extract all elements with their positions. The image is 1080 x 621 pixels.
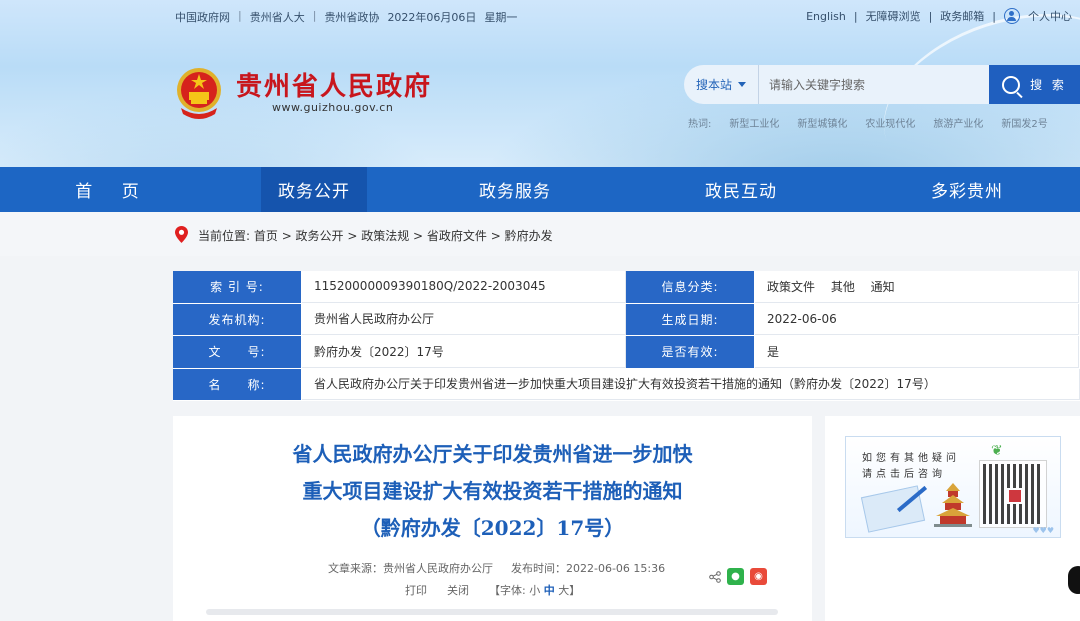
date-label: 生成日期:	[626, 303, 755, 335]
valid-label: 是否有效:	[626, 336, 755, 368]
mail-link[interactable]: 政务邮箱	[940, 8, 984, 24]
consultation-card[interactable]: 如您有其他疑问 请点击后咨询 ❦ ♥♥♥	[845, 436, 1061, 538]
font-small-button[interactable]: 小	[529, 584, 540, 597]
hot-word[interactable]: 新国发2号	[1001, 115, 1047, 130]
article-tools: 打印 关闭 【字体: 小 中 大】	[405, 582, 580, 598]
article-source: 文章来源：贵州省人民政府办公厅	[328, 562, 493, 575]
share-tools: ● ◉	[709, 568, 767, 585]
nav-government-affairs[interactable]: 政务公开	[261, 167, 367, 212]
docno-value: 黔府办发〔2022〕17号	[302, 336, 626, 368]
national-emblem-icon	[177, 68, 221, 119]
category-value: 政策文件 其他 通知	[755, 271, 1079, 303]
info-row: 文 号: 黔府办发〔2022〕17号 是否有效: 是	[173, 336, 1080, 369]
hot-word[interactable]: 新型城镇化	[797, 115, 847, 130]
font-medium-button[interactable]: 中	[544, 584, 555, 597]
search-button-label: 搜 索	[1030, 78, 1067, 92]
separator: |	[928, 9, 933, 23]
article-title-line: 重大项目建设扩大有效投资若干措施的通知	[302, 479, 683, 503]
breadcrumb: 当前位置: 首页 > 政务公开 > 政策法规 > 省政府文件 > 黔府办发	[0, 212, 1080, 256]
docno-label: 文 号:	[173, 336, 302, 368]
info-row: 索 引 号: 11520000009390180Q/2022-2003045 信…	[173, 271, 1080, 304]
font-size-label: 【字体:	[489, 584, 526, 597]
qr-logo	[1007, 488, 1023, 504]
category-label: 信息分类:	[626, 271, 755, 303]
floating-widget-edge[interactable]	[1068, 566, 1080, 594]
breadcrumb-label: 当前位置:	[198, 229, 251, 243]
accessibility-link[interactable]: 无障碍浏览	[866, 8, 921, 24]
english-link[interactable]: English	[806, 10, 846, 23]
close-button[interactable]: 关闭	[447, 582, 469, 598]
article-title-line: 省人民政府办公厅关于印发贵州省进一步加快	[292, 442, 693, 466]
consult-text-line: 请点击后咨询	[862, 469, 946, 480]
font-size-control: 【字体: 小 中 大】	[489, 582, 580, 598]
hearts-decoration: ♥♥♥	[1032, 526, 1054, 535]
location-pin-icon	[175, 226, 188, 243]
breadcrumb-path[interactable]: 首页 > 政务公开 > 政策法规 > 省政府文件 > 黔府办发	[254, 229, 553, 243]
chevron-down-icon	[738, 82, 746, 87]
info-row: 发布机构: 贵州省人民政府办公厅 生成日期: 2022-06-06	[173, 303, 1080, 336]
article-divider	[206, 609, 778, 615]
index-label: 索 引 号:	[173, 271, 302, 303]
current-date: 2022年06月06日	[387, 11, 477, 24]
site-header: 中国政府网 | 贵州省人大 | 贵州省政协 2022年06月06日 星期一 En…	[0, 0, 1080, 167]
publisher-label: 发布机构:	[173, 303, 302, 335]
article-title: 省人民政府办公厅关于印发贵州省进一步加快 重大项目建设扩大有效投资若干措施的通知…	[173, 436, 812, 547]
search-button[interactable]: 搜 索	[989, 65, 1080, 104]
top-links-right: English | 无障碍浏览 | 政务邮箱 | 个人中心	[806, 8, 1072, 24]
link-central-gov[interactable]: 中国政府网	[175, 9, 230, 25]
search-icon	[1002, 75, 1021, 94]
user-icon[interactable]	[1004, 8, 1020, 24]
breadcrumb-text[interactable]: 当前位置: 首页 > 政务公开 > 政策法规 > 省政府文件 > 黔府办发	[198, 227, 553, 244]
nav-home[interactable]: 首 页	[0, 167, 226, 212]
article-panel: 省人民政府办公厅关于印发贵州省进一步加快 重大项目建设扩大有效投资若干措施的通知…	[173, 416, 812, 621]
article-meta: 文章来源：贵州省人民政府办公厅 发布时间：2022-06-06 15:36	[328, 560, 665, 576]
search-bar: 搜本站 请输入关键字搜索 搜 索	[684, 65, 1080, 104]
article-published: 发布时间：2022-06-06 15:36	[511, 562, 666, 575]
nav-colorful-guizhou[interactable]: 多彩贵州	[854, 167, 1080, 212]
side-panel: 如您有其他疑问 请点击后咨询 ❦ ♥♥♥	[825, 416, 1080, 621]
current-weekday: 星期一	[484, 11, 518, 24]
hot-word[interactable]: 旅游产业化	[933, 115, 983, 130]
separator: |	[312, 9, 317, 22]
index-value: 11520000009390180Q/2022-2003045	[302, 271, 626, 303]
pagoda-illustration-icon	[934, 483, 972, 527]
main-nav: 首 页 政务公开 政务服务 政民互动 多彩贵州	[0, 167, 1080, 212]
link-npc[interactable]: 贵州省人大	[250, 9, 305, 25]
publisher-value: 贵州省人民政府办公厅	[302, 303, 626, 335]
top-links-left: 中国政府网 | 贵州省人大 | 贵州省政协 2022年06月06日 星期一	[175, 9, 517, 25]
article-title-line: （黔府办发〔2022〕17号）	[360, 516, 625, 540]
qr-code-icon[interactable]	[979, 460, 1047, 528]
name-value: 省人民政府办公厅关于印发贵州省进一步加快重大项目建设扩大有效投资若干措施的通知（…	[302, 368, 1080, 400]
nav-services[interactable]: 政务服务	[402, 167, 628, 212]
hot-words-label: 热词:	[688, 119, 712, 130]
share-icon[interactable]	[709, 570, 721, 583]
wechat-share-icon[interactable]: ●	[727, 568, 744, 585]
separator: |	[853, 9, 858, 23]
separator: |	[992, 9, 996, 23]
print-button[interactable]: 打印	[405, 582, 427, 598]
leaf-icon: ❦	[991, 443, 1003, 459]
nav-interaction[interactable]: 政民互动	[628, 167, 854, 212]
site-url: www.guizhou.gov.cn	[272, 101, 394, 114]
separator: |	[238, 9, 242, 22]
hot-word[interactable]: 农业现代化	[865, 115, 915, 130]
link-cppcc[interactable]: 贵州省政协	[324, 9, 379, 25]
name-label: 名 称:	[173, 368, 302, 400]
hot-word[interactable]: 新型工业化	[729, 115, 779, 130]
document-info-table: 索 引 号: 11520000009390180Q/2022-2003045 信…	[173, 271, 1080, 401]
search-scope-select[interactable]: 搜本站	[684, 65, 759, 104]
consult-text-line: 如您有其他疑问	[862, 453, 960, 464]
valid-value: 是	[755, 336, 1079, 368]
info-row: 名 称: 省人民政府办公厅关于印发贵州省进一步加快重大项目建设扩大有效投资若干措…	[173, 368, 1080, 401]
date-value: 2022-06-06	[755, 303, 1079, 335]
search-input[interactable]: 请输入关键字搜索	[759, 65, 989, 104]
site-title[interactable]: 贵州省人民政府	[236, 66, 432, 103]
font-large-button[interactable]: 大】	[558, 584, 580, 597]
weibo-share-icon[interactable]: ◉	[750, 568, 767, 585]
hot-words: 热词: 新型工业化 新型城镇化 农业现代化 旅游产业化 新国发2号	[688, 115, 1048, 130]
user-center-link[interactable]: 个人中心	[1028, 8, 1072, 24]
search-scope-label: 搜本站	[695, 78, 732, 92]
